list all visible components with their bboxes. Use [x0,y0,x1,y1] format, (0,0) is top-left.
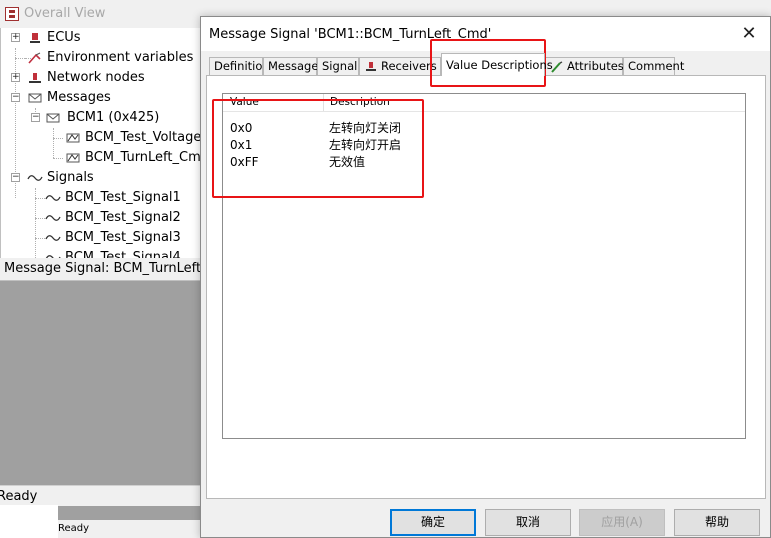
tab-comment[interactable]: Comment [623,57,684,75]
expand-icon[interactable]: + [11,33,20,42]
collapse-icon[interactable]: − [11,173,20,182]
tree-item-ecus[interactable]: + ECUs [1,28,201,48]
signal-icon [27,175,43,181]
tab-value-descriptions[interactable]: Value Descriptions [441,53,553,76]
apply-button[interactable]: 应用(A) [579,509,665,536]
signal-icon [45,195,61,201]
annotation-highlight-table [212,99,424,198]
tab-attributes[interactable]: Attributes [545,57,624,75]
tab-signal[interactable]: Signal [317,57,359,75]
message-signal-icon [66,133,80,143]
tree-label: BCM_Test_Signal3 [65,230,181,245]
background-workspace [0,281,202,485]
close-icon[interactable]: ✕ [734,21,764,47]
tree-item-signals[interactable]: − Signals [1,168,201,188]
message-signal-dialog: Message Signal 'BCM1::BCM_TurnLeft_Cmd' … [200,16,771,538]
tree-item-bcm-test-signal2[interactable]: BCM_Test_Signal2 [1,208,201,228]
background-window-title: Overall View [24,6,106,21]
status-bar: Ready [0,485,202,506]
overall-view-tree[interactable]: + ECUs Environment variables + Network n… [0,28,203,259]
tab-definition[interactable]: Definition [209,57,270,75]
tree-label: Messages [47,90,111,105]
cancel-button[interactable]: 取消 [485,509,571,536]
tree-label: BCM_Test_Signal2 [65,210,181,225]
tree-item-bcm-test-voltage[interactable]: BCM_Test_Voltage [1,128,201,148]
ecu-icon [30,33,40,43]
tree-item-bcm-test-signal3[interactable]: BCM_Test_Signal3 [1,228,201,248]
tree-item-bcm-test-signal1[interactable]: BCM_Test_Signal1 [1,188,201,208]
tree-label: BCM_TurnLeft_Cmd [85,150,203,165]
collapse-icon[interactable]: − [31,113,40,122]
tab-label: Receivers [381,59,437,73]
tree-label: BCM_Test_Voltage [85,130,202,145]
tab-label: Attributes [567,59,624,73]
tree-label: BCM_Test_Signal1 [65,190,181,205]
messages-icon [28,93,42,103]
tab-receivers[interactable]: Receivers [359,57,441,75]
collapse-icon[interactable]: − [11,93,20,102]
tree-item-environment-variables[interactable]: Environment variables [1,48,201,68]
status-ready-text: Ready [0,489,38,504]
tab-label: Message [268,59,319,73]
tab-label: Signal [322,59,358,73]
tab-label: Value Descriptions [446,58,553,72]
status-bar-secondary: Ready [58,520,208,538]
tree-label: Signals [47,170,94,185]
tab-label: Definition [214,59,270,73]
signal-icon [45,235,61,241]
tree-label: Network nodes [47,70,145,85]
background-strip [0,505,58,538]
tree-label: ECUs [47,30,81,45]
status-ready-text: Ready [58,523,90,534]
help-button[interactable]: 帮助 [674,509,760,536]
message-signal-icon [66,153,80,163]
tree-item-bcm-turnleft-cmd[interactable]: BCM_TurnLeft_Cmd [1,148,203,168]
tree-item-messages[interactable]: − Messages [1,88,201,108]
tab-message[interactable]: Message [263,57,319,75]
message-icon [46,113,60,123]
tree-item-network-nodes[interactable]: + Network nodes [1,68,201,88]
expand-icon[interactable]: + [11,73,20,82]
selection-status-bar: Message Signal: BCM_TurnLeft_Cmd [0,258,202,281]
receivers-icon [366,61,376,71]
tab-label: Comment [628,59,685,73]
tab-strip: Definition Message Signal Receivers Valu… [207,53,767,76]
tree-label: Environment variables [47,50,194,65]
selection-status-text: Message Signal: BCM_TurnLeft_Cmd [4,261,202,276]
app-icon [5,7,19,21]
network-node-icon [29,73,41,83]
tree-label: BCM1 (0x425) [67,110,160,125]
ok-button[interactable]: 确定 [390,509,476,536]
env-var-icon [28,52,41,64]
tree-item-bcm1[interactable]: − BCM1 (0x425) [1,108,201,128]
signal-icon [45,215,61,221]
